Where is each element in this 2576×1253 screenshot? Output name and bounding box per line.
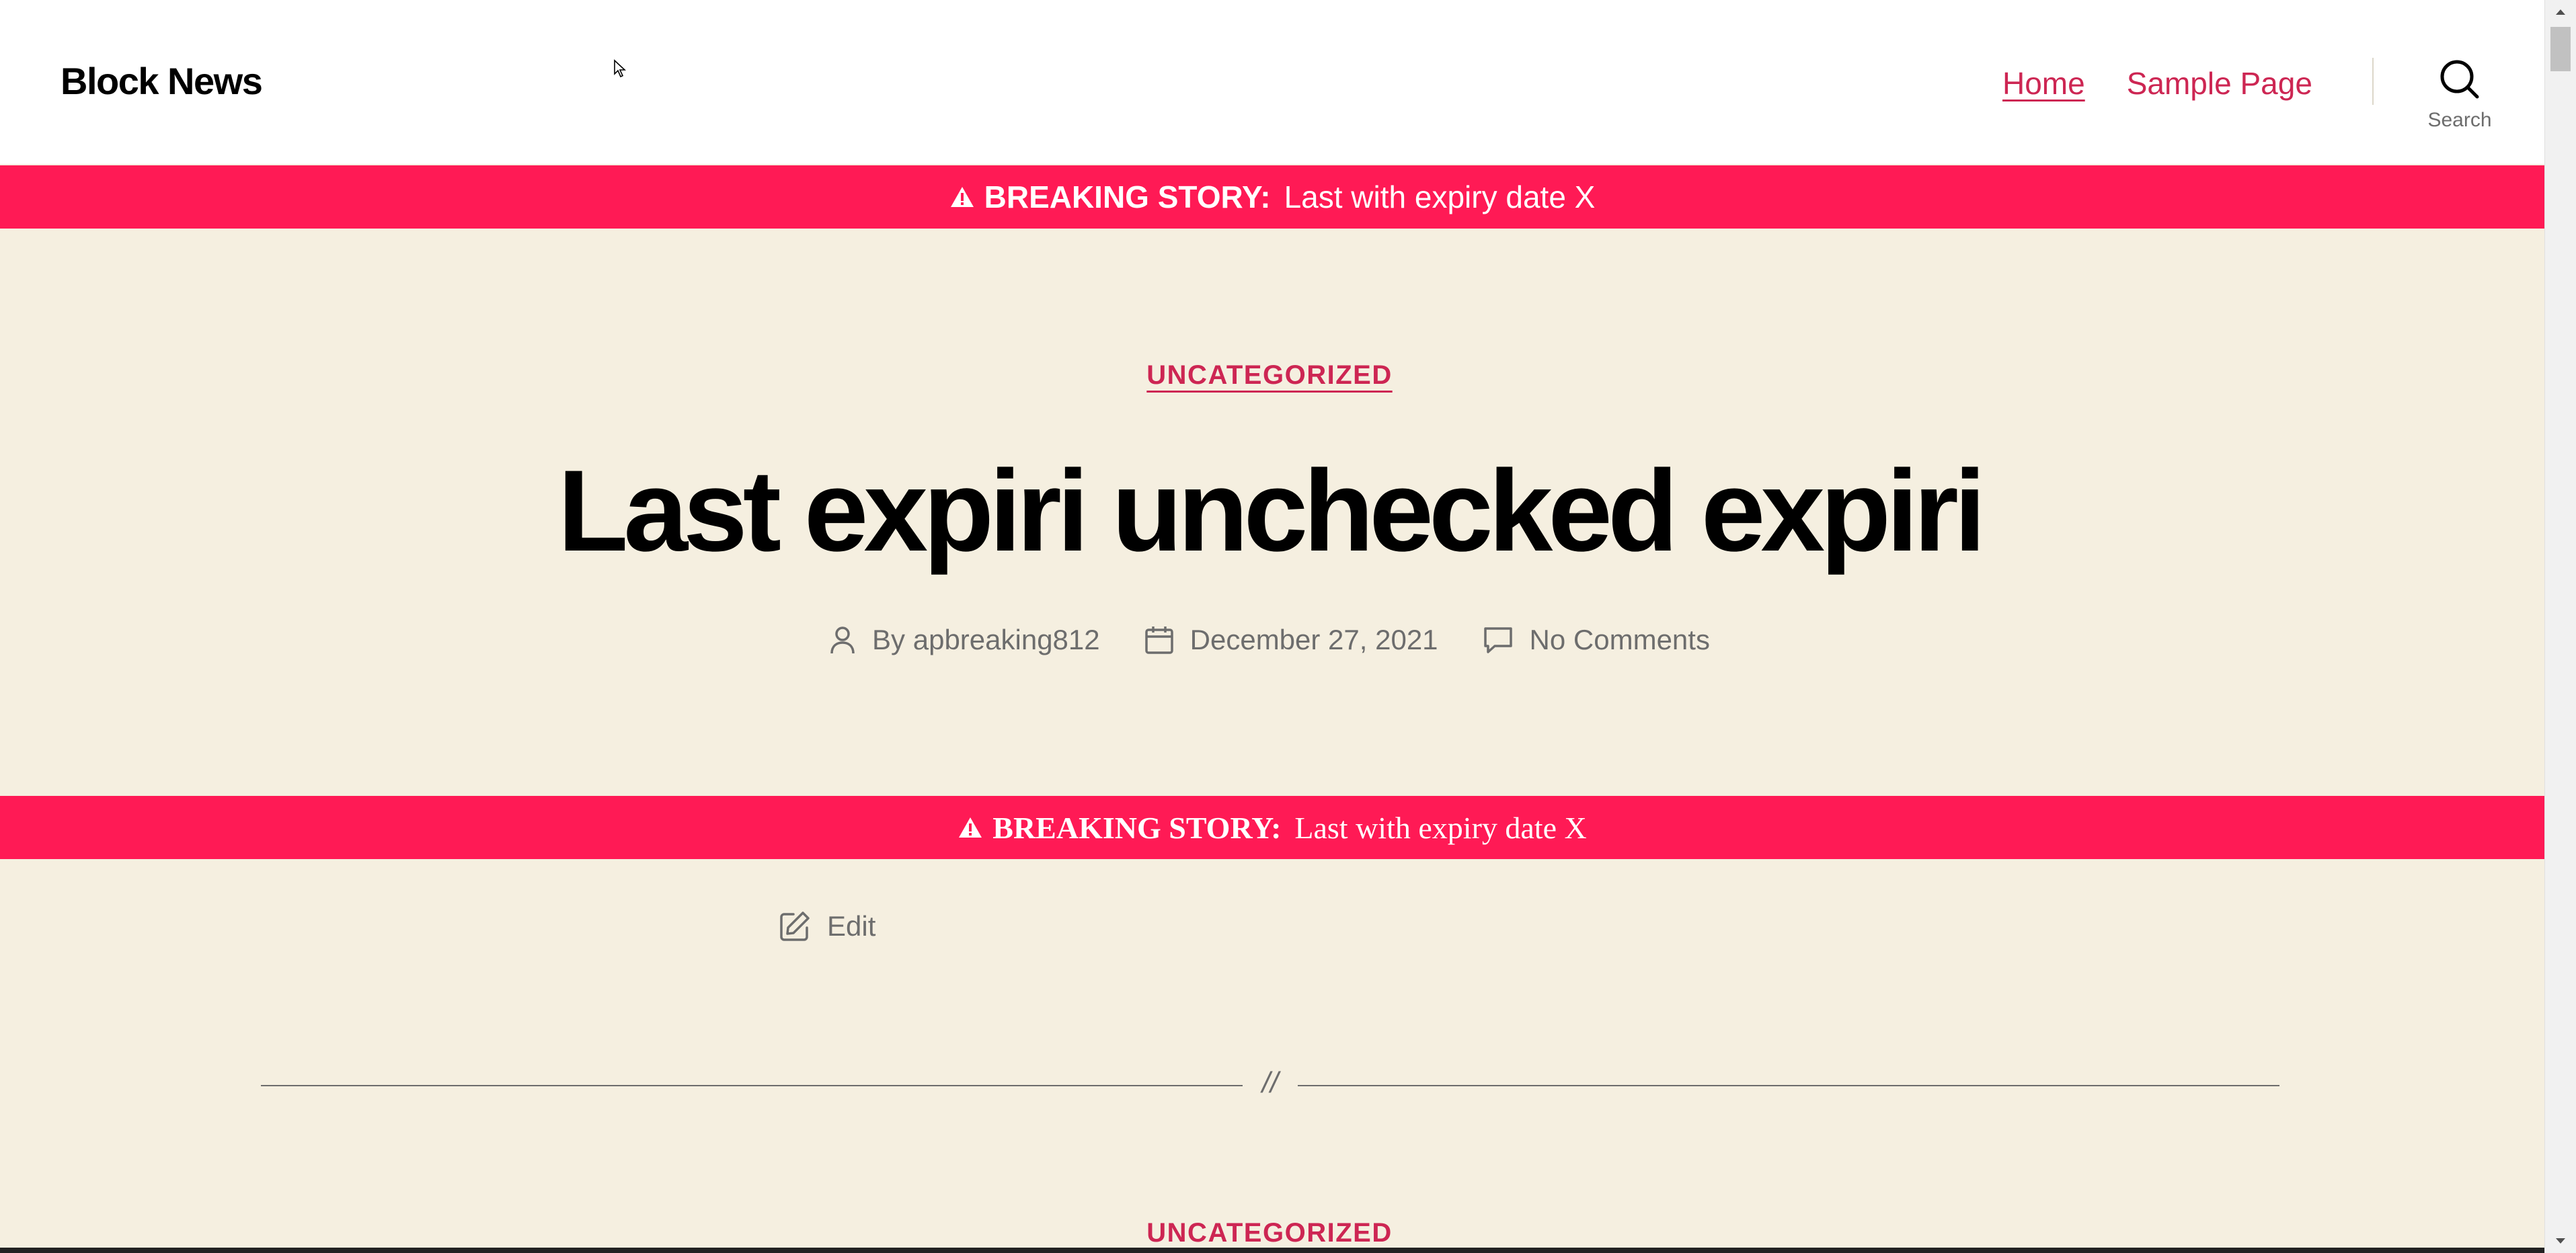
search-toggle-button[interactable]: Search: [2418, 58, 2501, 138]
author-prefix: By: [872, 624, 906, 655]
post-date: December 27, 2021: [1144, 620, 1438, 660]
post-separator: //: [261, 1066, 2279, 1106]
date-link[interactable]: December 27, 2021: [1190, 620, 1438, 660]
user-icon: [830, 626, 855, 654]
comment-icon: [1483, 627, 1512, 653]
page-viewport: Block News Home Sample Page Search BREAK…: [0, 0, 2544, 1253]
scrollbar-thumb[interactable]: [2550, 27, 2571, 71]
comments-link[interactable]: No Comments: [1530, 620, 1710, 660]
author-link[interactable]: apbreaking812: [913, 624, 1100, 655]
breaking-label: BREAKING STORY:: [992, 810, 1282, 845]
mouse-cursor-icon: [614, 59, 627, 78]
edit-post-link[interactable]: Edit: [779, 910, 875, 942]
post-author: By apbreaking812: [829, 620, 1100, 660]
post-meta: By apbreaking812 December 27, 2021 No Co…: [0, 620, 2539, 660]
site-header: Block News Home Sample Page Search: [0, 0, 2544, 164]
separator-line-right: [1298, 1085, 2279, 1086]
nav-item-home[interactable]: Home: [2002, 65, 2085, 102]
breaking-text: Last with expiry date X: [1294, 810, 1587, 845]
breaking-news-bar-inline[interactable]: BREAKING STORY: Last with expiry date X: [0, 796, 2544, 859]
vertical-scrollbar[interactable]: [2544, 0, 2576, 1253]
next-entry-category: UNCATEGORIZED: [0, 1218, 2539, 1248]
edit-icon: [780, 912, 810, 941]
entry-title[interactable]: Last expiri unchecked expiri: [0, 444, 2539, 578]
search-icon: [2440, 60, 2479, 99]
header-divider: [2372, 58, 2374, 105]
window-bottom-edge: [0, 1248, 2544, 1253]
search-label: Search: [2427, 109, 2492, 131]
category-link[interactable]: UNCATEGORIZED: [1146, 360, 1392, 390]
separator-slashes: //: [1261, 1066, 1279, 1099]
edit-label[interactable]: Edit: [827, 910, 875, 942]
breaking-news-bar-top[interactable]: BREAKING STORY: Last with expiry date X: [0, 165, 2544, 229]
category-link[interactable]: UNCATEGORIZED: [1146, 1218, 1392, 1248]
warning-icon: [950, 187, 974, 207]
entry-category: UNCATEGORIZED: [0, 360, 2539, 391]
separator-line-left: [261, 1085, 1243, 1086]
calendar-icon: [1144, 626, 1173, 654]
breaking-text: Last with expiry date X: [1284, 179, 1596, 214]
primary-nav: Home Sample Page: [2002, 65, 2312, 102]
scroll-down-arrow-icon[interactable]: [2545, 1229, 2576, 1253]
post-comments: No Comments: [1483, 620, 1710, 660]
breaking-label: BREAKING STORY:: [984, 179, 1271, 214]
warning-icon: [959, 817, 982, 838]
scroll-up-arrow-icon[interactable]: [2545, 0, 2576, 24]
site-title[interactable]: Block News: [61, 58, 263, 105]
nav-item-sample-page[interactable]: Sample Page: [2127, 65, 2312, 102]
